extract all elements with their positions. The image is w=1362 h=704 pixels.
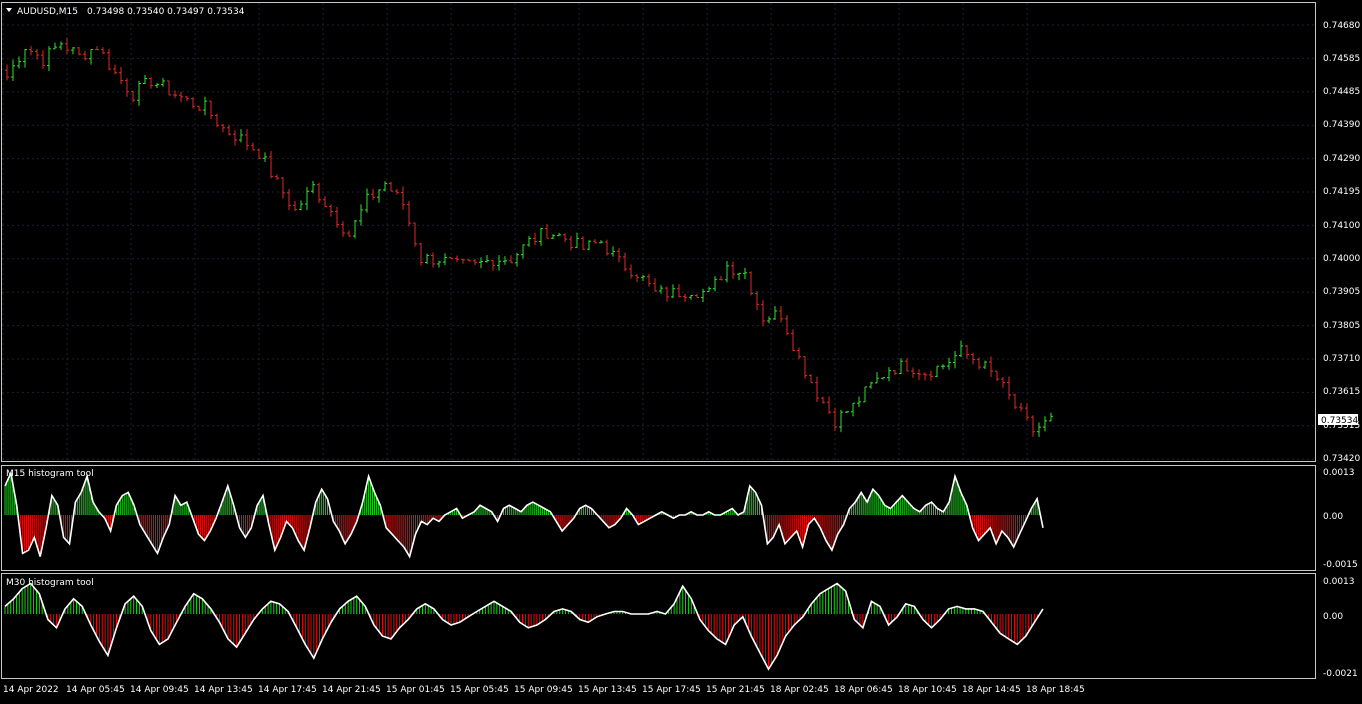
m15-tick-label: 0.0013 <box>1323 468 1355 478</box>
time-tick-label: 14 Apr 17:45 <box>258 685 317 695</box>
time-tick-label: 18 Apr 02:45 <box>770 685 829 695</box>
time-tick-label: 14 Apr 21:45 <box>322 685 381 695</box>
time-tick-label: 14 Apr 05:45 <box>66 685 125 695</box>
m30-tick-label: 0.0013 <box>1323 577 1355 587</box>
m15-tick-label: 0.00 <box>1323 512 1343 522</box>
price-tick-label: 0.74390 <box>1323 120 1360 130</box>
time-x-axis: 14 Apr 2022 14 Apr 05:45 14 Apr 09:45 14… <box>3 685 1085 695</box>
price-tick-label: 0.73420 <box>1323 454 1360 464</box>
price-tick-label: 0.74680 <box>1323 21 1360 31</box>
time-tick-label: 14 Apr 09:45 <box>130 685 189 695</box>
time-tick-label: 14 Apr 2022 <box>3 685 59 695</box>
time-tick-label: 15 Apr 21:45 <box>706 685 765 695</box>
price-tick-label: 0.74195 <box>1323 187 1360 197</box>
m30-tick-label: -0.0021 <box>1323 669 1358 679</box>
current-price-label: 0.73534 <box>1321 416 1358 426</box>
price-tick-label: 0.73905 <box>1323 287 1360 297</box>
time-tick-label: 15 Apr 13:45 <box>578 685 637 695</box>
time-tick-label: 18 Apr 06:45 <box>834 685 893 695</box>
time-tick-label: 15 Apr 09:45 <box>514 685 573 695</box>
m15-tick-label: -0.0015 <box>1323 560 1358 570</box>
price-tick-label: 0.73805 <box>1323 321 1360 331</box>
price-tick-label: 0.74585 <box>1323 54 1360 64</box>
price-tick-label: 0.73615 <box>1323 387 1360 397</box>
symbol-label: AUDUSD,M15 <box>17 7 78 17</box>
time-tick-label: 18 Apr 10:45 <box>898 685 957 695</box>
price-tick-label: 0.74485 <box>1323 87 1360 97</box>
m30-indicator-title: M30 histogram tool <box>6 578 94 588</box>
time-tick-label: 15 Apr 05:45 <box>450 685 509 695</box>
price-tick-label: 0.74100 <box>1323 221 1360 231</box>
time-tick-label: 18 Apr 14:45 <box>962 685 1021 695</box>
chart-window[interactable]: AUDUSD,M15 0.73498 0.73540 0.73497 0.735… <box>0 0 1362 700</box>
time-tick-label: 14 Apr 13:45 <box>194 685 253 695</box>
price-tick-label: 0.74000 <box>1323 254 1360 264</box>
price-tick-label: 0.74290 <box>1323 154 1360 164</box>
chart-background <box>0 0 1362 700</box>
time-tick-label: 15 Apr 17:45 <box>642 685 701 695</box>
quote-label: 0.73498 0.73540 0.73497 0.73534 <box>87 7 245 17</box>
time-tick-label: 15 Apr 01:45 <box>386 685 445 695</box>
m30-tick-label: 0.00 <box>1323 612 1343 622</box>
price-tick-label: 0.73710 <box>1323 354 1360 364</box>
time-tick-label: 18 Apr 18:45 <box>1026 685 1085 695</box>
m15-indicator-title: M15 histogram tool <box>6 469 94 479</box>
